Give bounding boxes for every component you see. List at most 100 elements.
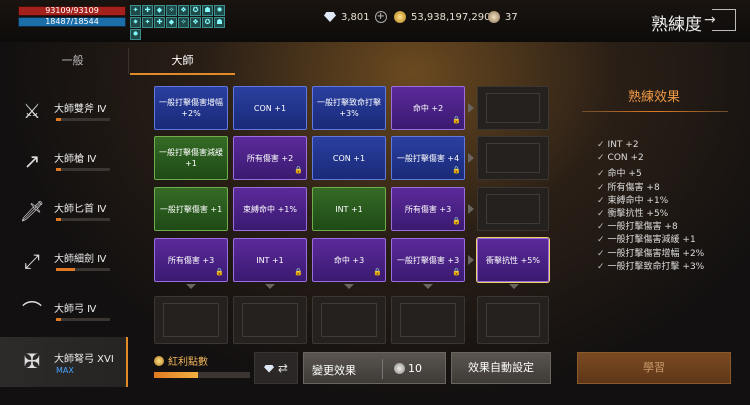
crossbow-icon: ✠ bbox=[23, 349, 41, 373]
sidebar-item-label: 大師弩弓 XVI bbox=[54, 354, 114, 365]
buff-icon: ☗ bbox=[202, 5, 213, 16]
mastery-node-label: INT +1 bbox=[335, 204, 363, 214]
effect-item: ✓ 一般打擊傷害增幅 +2% bbox=[597, 246, 704, 259]
mastery-node[interactable]: 一般打擊傷害減緩 +1 bbox=[154, 136, 228, 180]
lock-icon: 🔒 bbox=[452, 166, 461, 174]
rapier-icon: ⤢ bbox=[24, 249, 40, 273]
mastery-node[interactable]: 一般打擊傷害 +3 🔒 bbox=[391, 238, 465, 282]
sidebar-item[interactable]: ↗ 大師槍 Ⅳ bbox=[0, 137, 128, 187]
change-effect-cost: 10 bbox=[408, 362, 422, 375]
effect-item: ✓ 束縛命中 +1% bbox=[597, 193, 704, 206]
sidebar-progress-bar bbox=[56, 268, 110, 271]
lock-icon: 🔒 bbox=[294, 166, 303, 174]
lock-icon: 🔒 bbox=[373, 268, 382, 276]
effects-panel: 熟練效果 ✓ INT +2 ✓ CON +2 ✓ 命中 +5 ✓ 所有傷害 +8 ✓ 束縛命中 +… bbox=[580, 78, 740, 343]
bonus-point-icon bbox=[154, 356, 164, 366]
buff-icon: ✦ bbox=[142, 17, 153, 28]
lock-icon: 🔒 bbox=[452, 268, 461, 276]
mastery-node[interactable]: 束縛命中 +1% bbox=[233, 187, 307, 231]
tab-normal[interactable]: 一般 bbox=[20, 52, 125, 72]
effect-text: 所有傷害 +8 bbox=[607, 182, 660, 193]
mastery-node[interactable]: 一般打擊傷害 +4 🔒 bbox=[391, 136, 465, 180]
sidebar-item[interactable]: ⤢ 大師細劍 Ⅳ bbox=[0, 237, 128, 287]
empty-slot[interactable] bbox=[477, 296, 549, 344]
lock-icon: 🔒 bbox=[452, 116, 461, 124]
buff-icon: ✹ bbox=[214, 5, 225, 16]
sidebar-progress-bar bbox=[56, 318, 110, 321]
mastery-node[interactable]: INT +1 🔒 bbox=[233, 238, 307, 282]
empty-slot[interactable] bbox=[477, 136, 549, 180]
effect-item: ✓ 命中 +5 bbox=[597, 166, 704, 179]
sidebar-progress-bar bbox=[56, 218, 110, 221]
chevron-down-icon bbox=[186, 284, 196, 289]
check-icon: ✓ bbox=[597, 248, 605, 259]
chevron-down-icon bbox=[265, 284, 275, 289]
change-effect-button[interactable]: 變更效果 10 bbox=[303, 352, 446, 384]
buff-icon: ◆ bbox=[154, 5, 165, 16]
empty-slot[interactable] bbox=[233, 296, 307, 344]
hp-text: 93109/93109 bbox=[45, 6, 99, 15]
mastery-node[interactable]: 命中 +3 🔒 bbox=[312, 238, 386, 282]
learn-button[interactable]: 學習 bbox=[577, 352, 731, 384]
buff-icon: ❖ bbox=[178, 5, 189, 16]
add-diamond-button[interactable]: + bbox=[374, 11, 387, 23]
check-icon: ✓ bbox=[597, 195, 605, 206]
mastery-node-label: 所有傷害 +3 bbox=[167, 255, 215, 265]
mastery-node[interactable]: 所有傷害 +3 🔒 bbox=[154, 238, 228, 282]
sidebar-item[interactable]: ⚔ 大師雙斧 Ⅳ bbox=[0, 87, 128, 137]
sidebar-item[interactable]: 🗡 大師匕首 Ⅳ bbox=[0, 187, 128, 237]
mastery-node[interactable]: CON +1 bbox=[312, 136, 386, 180]
mastery-node[interactable]: 所有傷害 +3 🔒 bbox=[391, 187, 465, 231]
sidebar-item[interactable]: ✠ 大師弩弓 XVI MAX bbox=[0, 337, 128, 387]
buff-icon: ❖ bbox=[190, 17, 201, 28]
auto-set-effect-button[interactable]: 效果自動設定 bbox=[451, 352, 551, 384]
tab-divider bbox=[128, 48, 129, 74]
top-bar: 93109/93109 18487/18544 ✦ ✚ ◆ ✧ ❖ ✪ ☗ ✹ ✷ ✦ ✚ ◆ ✧ ❖ ✪ ☗… bbox=[0, 0, 750, 42]
buff-icon: ✚ bbox=[154, 17, 165, 28]
effect-text: 一般打擊致命打擊 +3% bbox=[607, 261, 705, 272]
active-tab-indicator bbox=[130, 73, 235, 75]
check-icon: ✓ bbox=[597, 208, 605, 219]
mastery-node[interactable]: 衝擊抗性 +5% bbox=[477, 238, 549, 282]
sidebar-item-label: 大師槍 Ⅳ bbox=[54, 154, 97, 165]
check-icon: ✓ bbox=[597, 261, 605, 272]
swap-currency-button[interactable]: ⇄ bbox=[254, 352, 298, 384]
max-badge: MAX bbox=[56, 366, 74, 375]
effect-item: ✓ 所有傷害 +8 bbox=[597, 180, 704, 193]
spear-icon: ↗ bbox=[23, 149, 41, 173]
mastery-node[interactable]: CON +1 bbox=[233, 86, 307, 130]
mastery-node[interactable]: 命中 +2 🔒 bbox=[391, 86, 465, 130]
effect-item: ✓ 衝擊抗性 +5% bbox=[597, 206, 704, 219]
effect-text: 一般打擊傷害 +8 bbox=[607, 222, 678, 233]
buff-icon: ✧ bbox=[166, 5, 177, 16]
empty-slot[interactable] bbox=[312, 296, 386, 344]
mastery-node[interactable]: 一般打擊傷害 +1 bbox=[154, 187, 228, 231]
buff-icon: ✷ bbox=[130, 17, 141, 28]
empty-slot[interactable] bbox=[477, 187, 549, 231]
effect-item: ✓ CON +2 bbox=[597, 153, 704, 166]
mastery-node[interactable]: 一般打擊傷害增幅 +2% bbox=[154, 86, 228, 130]
exit-button[interactable]: → bbox=[704, 9, 736, 31]
chevron-down-icon bbox=[423, 284, 433, 289]
sidebar-item[interactable]: ⌒ 大師弓 Ⅳ bbox=[0, 287, 128, 337]
tab-master[interactable]: 大師 bbox=[130, 52, 235, 72]
empty-slot[interactable] bbox=[391, 296, 465, 344]
effect-item: ✓ 一般打擊傷害 +8 bbox=[597, 219, 704, 232]
exit-icon: → bbox=[704, 12, 716, 28]
mastery-node[interactable]: 一般打擊致命打擊 +3% bbox=[312, 86, 386, 130]
empty-slot[interactable] bbox=[477, 86, 549, 130]
mp-bar: 18487/18544 bbox=[18, 17, 126, 27]
bonus-point-bar bbox=[154, 372, 250, 378]
chevron-right-icon bbox=[468, 153, 474, 163]
buff-icon: ☗ bbox=[214, 17, 225, 28]
mastery-node[interactable]: INT +1 bbox=[312, 187, 386, 231]
effect-text: INT +2 bbox=[607, 140, 639, 150]
buff-icon: ✹ bbox=[130, 29, 141, 40]
bonus-point-fill bbox=[154, 372, 199, 378]
mastery-node[interactable]: 所有傷害 +2 🔒 bbox=[233, 136, 307, 180]
diamond-icon bbox=[264, 364, 275, 373]
buff-icon: ✪ bbox=[202, 17, 213, 28]
buff-icon: ✚ bbox=[142, 5, 153, 16]
empty-slot[interactable] bbox=[154, 296, 228, 344]
mastery-node-label: 一般打擊傷害增幅 +2% bbox=[159, 98, 223, 118]
